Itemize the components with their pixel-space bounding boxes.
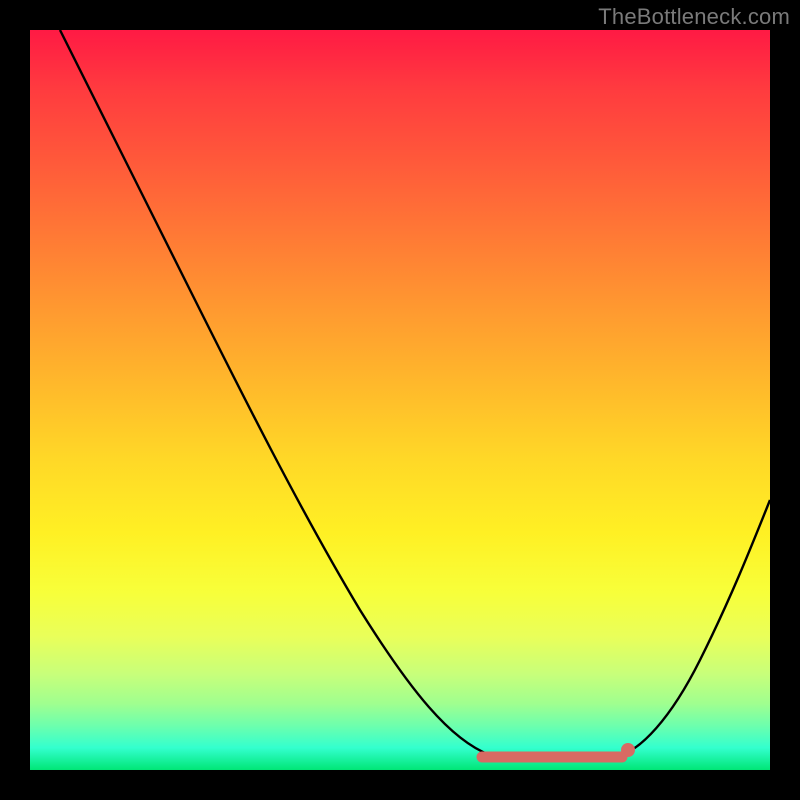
chart-svg [30, 30, 770, 770]
curve-marker [621, 743, 635, 757]
chart-plot-area [30, 30, 770, 770]
attribution-text: TheBottleneck.com [598, 4, 790, 30]
chart-frame: TheBottleneck.com [0, 0, 800, 800]
bottleneck-curve [60, 30, 770, 755]
